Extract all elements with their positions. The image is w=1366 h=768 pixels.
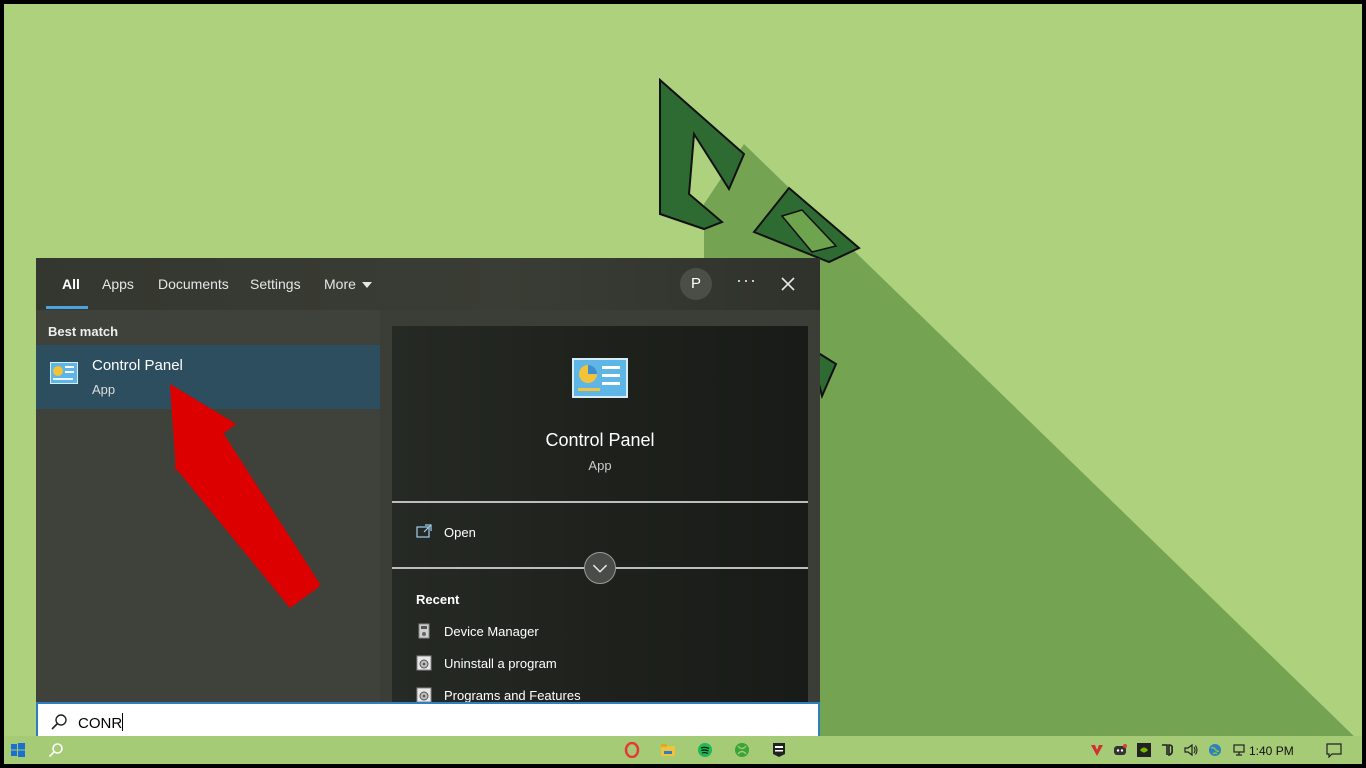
- file-explorer-icon[interactable]: [660, 742, 676, 758]
- spotify-icon[interactable]: [697, 742, 713, 758]
- close-icon[interactable]: [778, 274, 798, 294]
- tab-apps[interactable]: Apps: [102, 276, 134, 292]
- search-input-value: CONR: [78, 713, 124, 732]
- nvidia-icon[interactable]: [1137, 743, 1151, 757]
- ethernet-icon[interactable]: [1232, 743, 1246, 757]
- tab-more[interactable]: More: [324, 276, 372, 292]
- taskbar-clock[interactable]: 1:40 PM: [1249, 744, 1294, 758]
- volume-icon[interactable]: [1184, 743, 1198, 757]
- caret-down-icon: [361, 282, 372, 289]
- notification-icon[interactable]: [1326, 742, 1342, 758]
- open-icon: [416, 524, 432, 538]
- results-list: Best match Control Panel App: [36, 310, 380, 706]
- best-match-result[interactable]: Control Panel App: [36, 345, 380, 409]
- desktop: All Apps Documents Settings More P ··· B…: [4, 4, 1362, 764]
- recent-item-label: Device Manager: [444, 624, 539, 639]
- result-name: Control Panel: [92, 357, 183, 374]
- tab-settings[interactable]: Settings: [250, 276, 301, 292]
- programs-icon: [416, 655, 432, 671]
- user-avatar[interactable]: P: [680, 268, 712, 300]
- device-manager-icon: [418, 623, 430, 639]
- divider: [392, 501, 808, 503]
- control-panel-icon: [50, 362, 78, 384]
- search-panel: All Apps Documents Settings More P ··· B…: [36, 258, 820, 740]
- details-subtitle: App: [588, 458, 612, 473]
- more-options-button[interactable]: ···: [736, 270, 757, 291]
- best-match-heading: Best match: [48, 324, 119, 339]
- recent-item-label: Programs and Features: [444, 688, 581, 703]
- result-type: App: [92, 382, 116, 397]
- search-input[interactable]: CONR: [36, 702, 820, 740]
- details-title: Control Panel: [545, 430, 655, 450]
- discord-icon[interactable]: [1113, 743, 1127, 757]
- search-filter-bar: All Apps Documents Settings More P ···: [36, 258, 820, 310]
- open-label: Open: [444, 525, 476, 540]
- taskbar: 1:40 PM: [4, 736, 1362, 764]
- tab-more-label: More: [324, 276, 356, 292]
- epic-games-icon[interactable]: [771, 742, 787, 758]
- network-globe-icon[interactable]: [1208, 743, 1222, 757]
- tab-all[interactable]: All: [62, 276, 80, 292]
- search-icon[interactable]: [48, 742, 64, 758]
- result-details-pane: Control Panel App Open Recent Device Man…: [392, 326, 808, 706]
- active-tab-indicator: [46, 306, 88, 309]
- expand-button[interactable]: [584, 552, 616, 584]
- recent-item-label: Uninstall a program: [444, 656, 557, 671]
- search-icon: [51, 714, 67, 730]
- tray-app-icon[interactable]: [1090, 743, 1104, 757]
- opera-icon[interactable]: [624, 742, 640, 758]
- tray-app-icon[interactable]: [1160, 743, 1174, 757]
- recent-heading: Recent: [416, 592, 460, 607]
- control-panel-icon: [572, 358, 628, 398]
- windows-start-icon[interactable]: [10, 742, 26, 758]
- programs-icon: [416, 687, 432, 703]
- xbox-icon[interactable]: [734, 742, 750, 758]
- tab-documents[interactable]: Documents: [158, 276, 229, 292]
